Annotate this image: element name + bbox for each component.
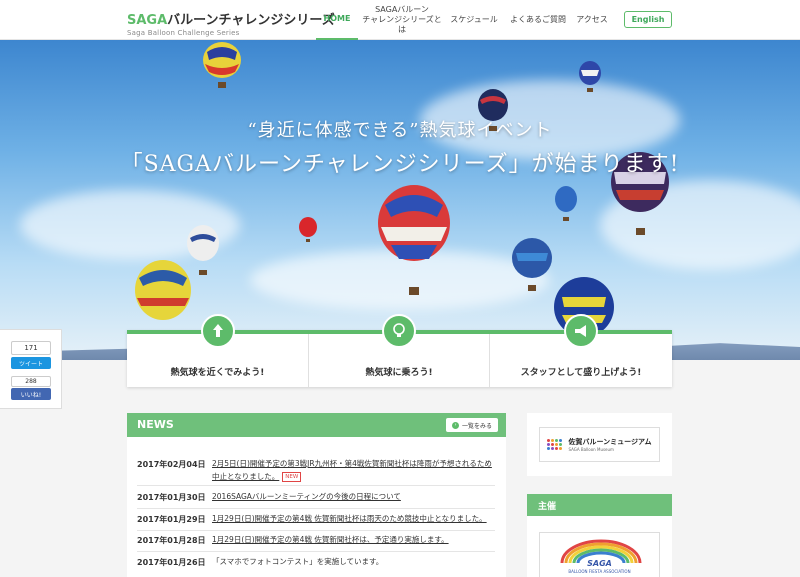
divider [137, 485, 495, 486]
balloon-image [555, 186, 577, 221]
megaphone-icon [564, 314, 598, 348]
museum-name: 佐賀バルーンミュージアム [568, 438, 652, 446]
hero-tagline: “身近に体感できる”熱気球イベント [247, 120, 553, 141]
new-badge: NEW [282, 472, 302, 482]
nav-access[interactable]: アクセス [572, 0, 612, 40]
logo-title: SAGAバルーンチャレンジシリーズ [127, 9, 335, 28]
museum-banner-card: 佐賀バルーンミュージアム SAGA Balloon Museum [527, 413, 672, 476]
sponsor-header-title: 主催 [538, 502, 557, 512]
news-link[interactable]: 1月29日(日)開催予定の第4戦 佐賀新聞社杯は、予定通り実施します。 [212, 533, 495, 546]
divider [137, 530, 495, 531]
sponsor-subtitle: BALLOON FIESTA ASSOCIATION [568, 569, 631, 574]
news-date: 2017年01月28日 [137, 536, 206, 545]
view-all-button[interactable]: › 一覧をみる [445, 418, 498, 432]
news-link[interactable]: 2月5日(日)開催予定の第3戦JR九州杯・第4戦佐賀新聞社杯は降雨が予想されるた… [212, 457, 495, 483]
sponsor-header: 主催 [527, 494, 672, 516]
like-count: 288 [11, 376, 51, 387]
nav-schedule[interactable]: スケジュール [446, 0, 502, 40]
balloon-image [203, 42, 241, 88]
museum-banner[interactable]: 佐賀バルーンミュージアム SAGA Balloon Museum [539, 427, 660, 462]
sponsor-name: SAGA [587, 559, 612, 568]
social-share-box: 171 ツイート 288 いいね! [0, 329, 62, 409]
divider [137, 551, 495, 552]
hand-pointer-icon [200, 314, 235, 348]
logo-accent-text: SAGA [127, 13, 168, 28]
balloon-image [299, 217, 317, 242]
view-all-label: 一覧をみる [461, 422, 492, 430]
tweet-count: 171 [11, 341, 51, 355]
chevron-right-icon: › [451, 421, 459, 429]
feature-label: 熱気球に乗ろう! [365, 368, 433, 378]
site-logo[interactable]: SAGAバルーンチャレンジシリーズ Saga Balloon Challenge… [127, 9, 335, 37]
news-date: 2017年02月04日 [137, 460, 206, 469]
tweet-button-label: ツイート [18, 360, 43, 368]
news-title: NEWS [137, 418, 174, 431]
english-button[interactable]: English [624, 11, 672, 28]
nav-home[interactable]: HOME [316, 0, 358, 40]
like-button[interactable]: いいね! [11, 388, 51, 400]
feature-cards: 熱気球を近くでみよう! 熱気球に乗ろう! スタッフとして盛り上げよう! [127, 314, 672, 387]
news-link-text: 2月5日(日)開催予定の第3戦JR九州杯・第4戦佐賀新聞社杯は降雨が予想されるた… [212, 459, 492, 481]
divider [137, 508, 495, 509]
site-header: SAGAバルーンチャレンジシリーズ Saga Balloon Challenge… [0, 0, 800, 40]
news-link[interactable]: 1月29日(日)開催予定の第4戦 佐賀新聞社杯は雨天のため競技中止となりました。 [212, 512, 495, 525]
news-link[interactable]: 「スマホでフォトコンテスト」を実施しています。 [212, 555, 495, 568]
nav-about[interactable]: SAGAバルーン チャレンジシリーズとは [362, 0, 442, 40]
feature-label: 熱気球を近くでみよう! [170, 368, 265, 378]
hero-banner: “身近に体感できる”熱気球イベント 「SAGAバルーンチャレンジシリーズ」が始ま… [0, 40, 800, 360]
news-header: NEWS › 一覧をみる [127, 413, 506, 437]
news-link[interactable]: 2016SAGAバルーンミーティングの今後の日程について [212, 490, 495, 503]
feature-label: スタッフとして盛り上げよう! [520, 368, 642, 378]
logo-main-text: バルーンチャレンジシリーズ [167, 13, 335, 28]
balloon-image [512, 238, 552, 291]
museum-logo-icon [547, 439, 563, 450]
hero-headline: 「SAGAバルーンチャレンジシリーズ」が始まります! [120, 152, 680, 177]
tweet-button[interactable]: ツイート [11, 357, 51, 369]
museum-subtitle: SAGA Balloon Museum [568, 447, 614, 452]
news-date: 2017年01月30日 [137, 493, 206, 502]
lightbulb-icon [382, 314, 416, 348]
balloon-image [579, 61, 601, 92]
feature-card-watch[interactable]: 熱気球を近くでみよう! [127, 314, 309, 387]
balloon-image [378, 185, 450, 295]
news-date: 2017年01月29日 [137, 515, 206, 524]
news-section: NEWS › 一覧をみる 2017年02月04日 2月5日(日)開催予定の第3戦J… [127, 413, 506, 577]
feature-card-ride[interactable]: 熱気球に乗ろう! [309, 314, 490, 387]
nav-faq[interactable]: よくあるご質問 [506, 0, 570, 40]
like-button-label: いいね! [20, 391, 42, 399]
feature-card-staff[interactable]: スタッフとして盛り上げよう! [490, 314, 672, 387]
sponsor-banner[interactable]: SAGA BALLOON FIESTA ASSOCIATION [539, 532, 660, 577]
logo-subtitle: Saga Balloon Challenge Series [127, 29, 240, 37]
news-date: 2017年01月26日 [137, 558, 206, 567]
